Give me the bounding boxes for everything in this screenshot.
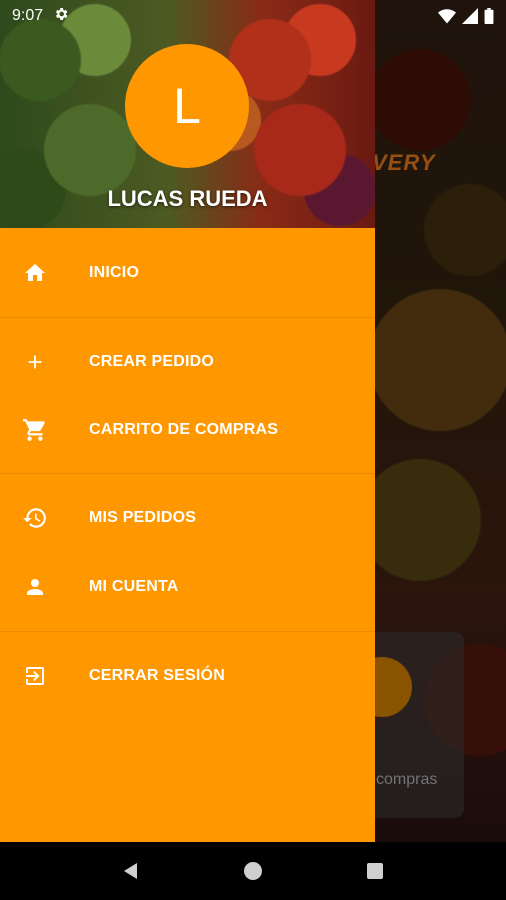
home-circle-icon (244, 862, 262, 880)
menu-item-cerrar-sesion[interactable]: CERRAR SESIÓN (0, 648, 375, 704)
home-icon (22, 260, 48, 286)
home-button[interactable] (233, 851, 273, 891)
menu-item-crear-pedido[interactable]: CREAR PEDIDO (0, 334, 375, 390)
menu-item-inicio[interactable]: INICIO (0, 245, 375, 301)
drawer-header: L LUCAS RUEDA (0, 0, 375, 228)
plus-icon (22, 349, 48, 375)
recents-square-icon (367, 863, 383, 879)
menu-item-label: MIS PEDIDOS (89, 509, 197, 526)
menu-item-label: INICIO (89, 264, 140, 281)
system-nav-bar (0, 842, 506, 900)
menu-divider (0, 631, 375, 632)
menu-divider (0, 473, 375, 474)
settings-gear-icon (53, 6, 69, 27)
menu-item-label: CERRAR SESIÓN (89, 667, 225, 684)
menu-item-label: CREAR PEDIDO (89, 353, 215, 370)
logout-icon (22, 663, 48, 689)
recents-button[interactable] (355, 851, 395, 891)
back-triangle-icon (124, 863, 137, 879)
signal-icon (462, 8, 478, 24)
drawer-menu: INICIO CREAR PEDIDO CARRITO DE COMPRAS M… (0, 228, 375, 842)
back-button[interactable] (111, 851, 151, 891)
menu-item-carrito[interactable]: CARRITO DE COMPRAS (0, 402, 375, 458)
user-name: LUCAS RUEDA (107, 186, 268, 211)
menu-item-label: CARRITO DE COMPRAS (89, 421, 279, 438)
menu-item-label: MI CUENTA (89, 578, 179, 595)
status-icons (438, 8, 494, 24)
navigation-drawer: L LUCAS RUEDA INICIO CREAR PEDIDO CARRIT… (0, 0, 375, 842)
cart-icon (22, 417, 48, 443)
battery-icon (484, 8, 494, 24)
history-icon (22, 505, 48, 531)
wifi-icon (438, 9, 456, 24)
person-icon (22, 574, 48, 600)
menu-divider (0, 317, 375, 318)
status-bar: 9:07 (0, 0, 506, 32)
status-time: 9:07 (12, 7, 44, 24)
menu-item-mi-cuenta[interactable]: MI CUENTA (0, 559, 375, 615)
avatar[interactable]: L (125, 44, 249, 168)
menu-item-mis-pedidos[interactable]: MIS PEDIDOS (0, 490, 375, 546)
